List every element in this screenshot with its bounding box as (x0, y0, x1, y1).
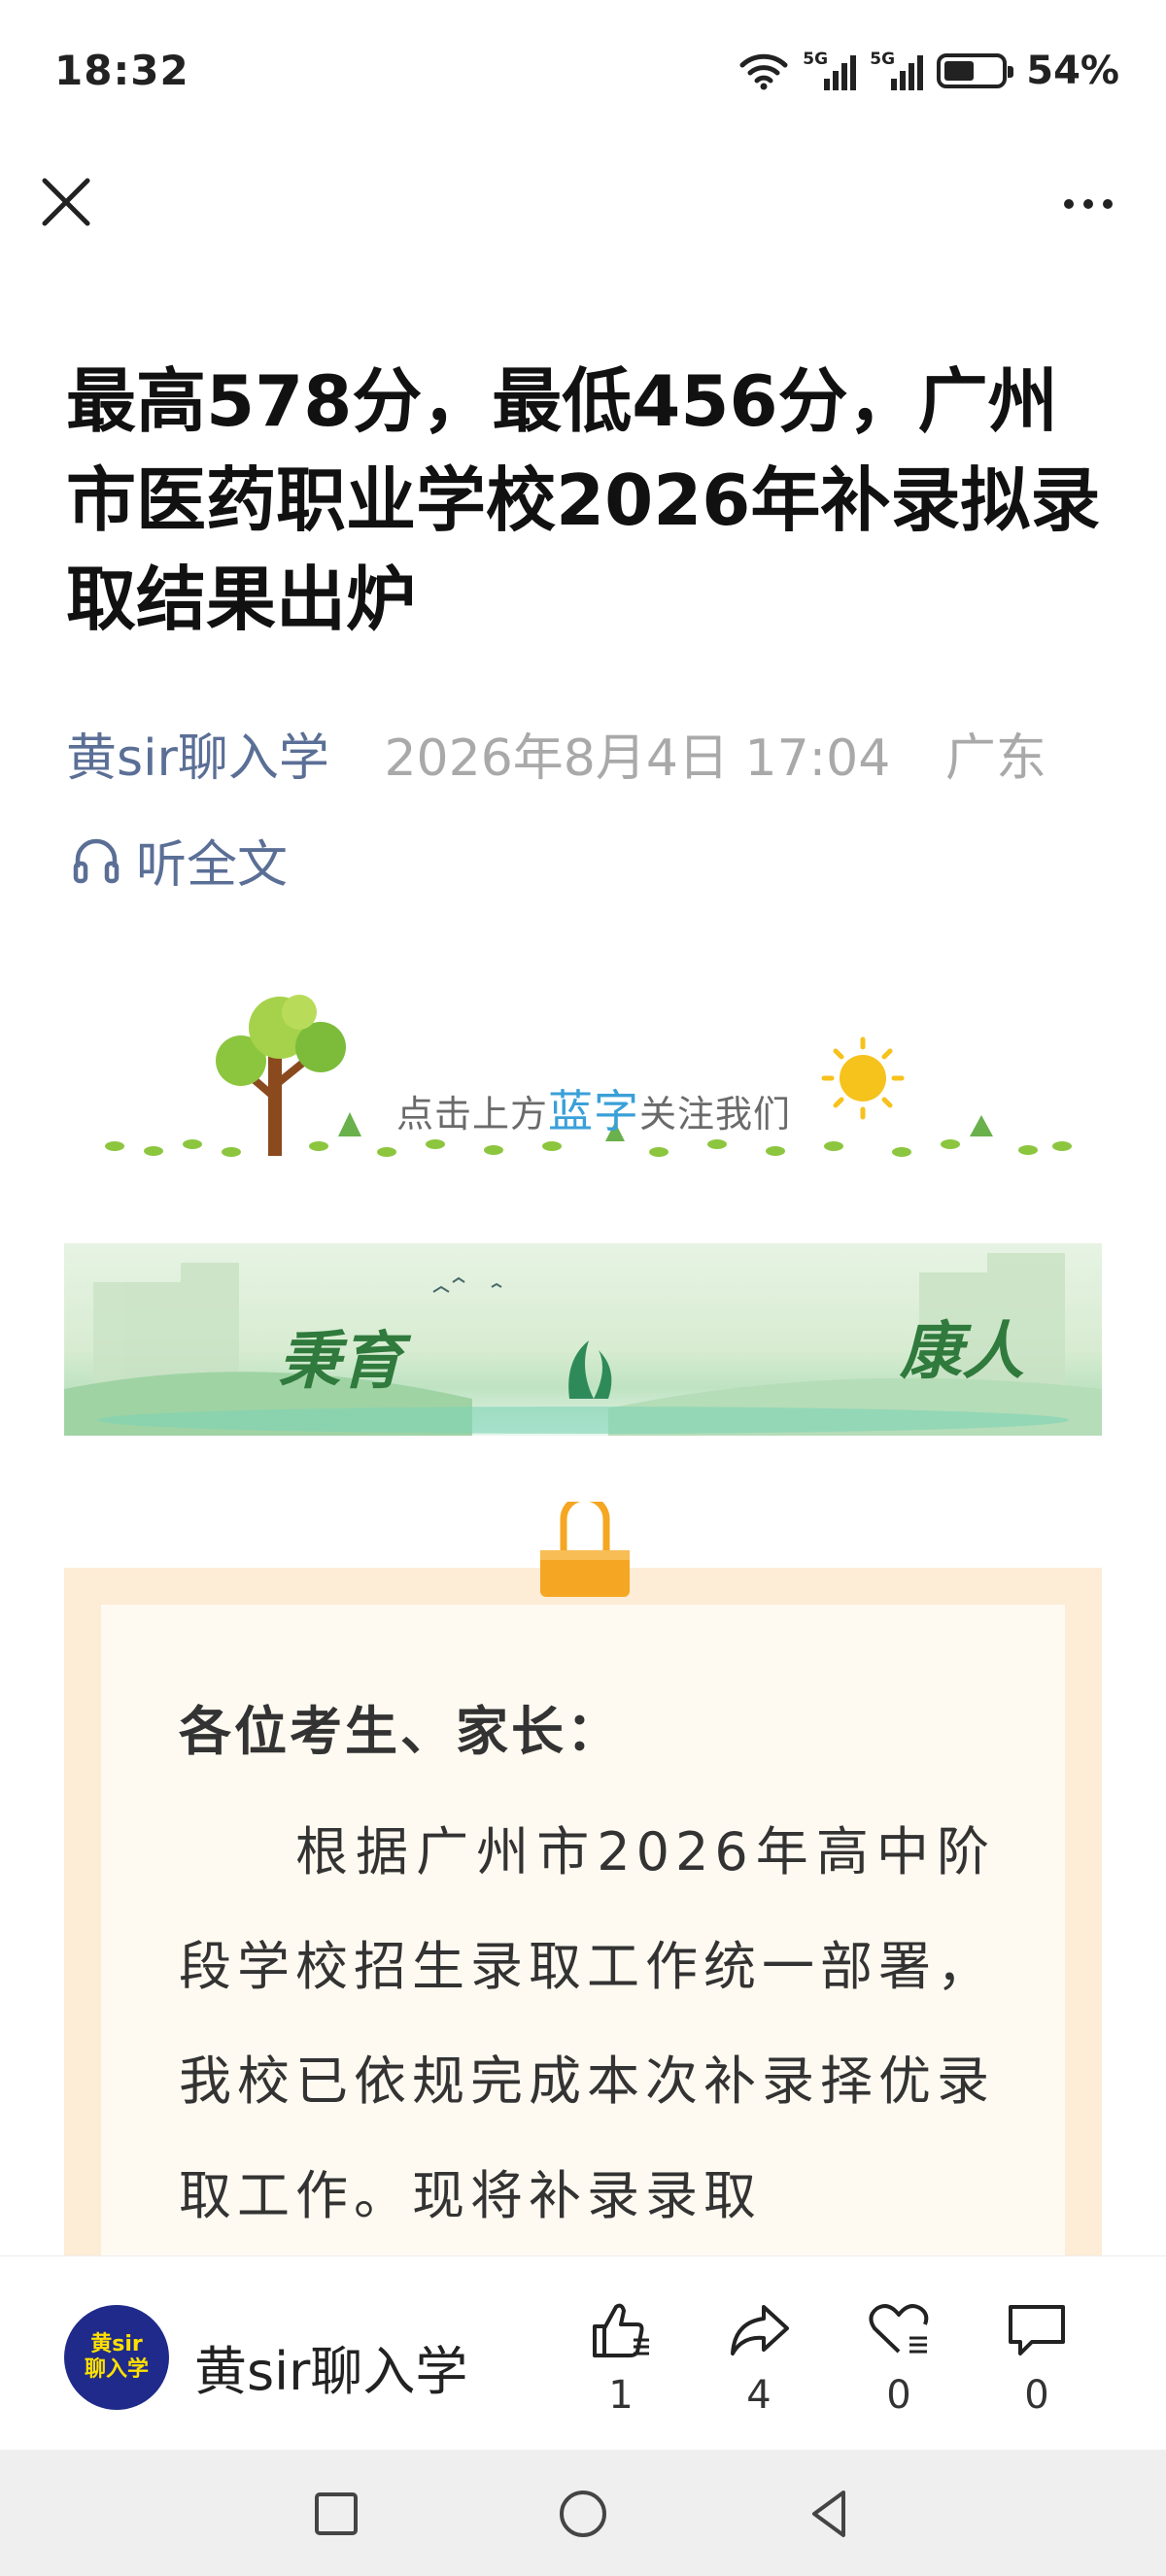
wifi-icon (739, 53, 788, 90)
follow-text-highlight: 蓝字 (548, 1085, 640, 1137)
avatar-line2: 聊入学 (84, 2357, 149, 2382)
favorite-button[interactable]: 0 (855, 2295, 943, 2418)
follow-text-before: 点击上方 (396, 1093, 549, 1135)
share-button[interactable]: 4 (715, 2295, 803, 2418)
more-button[interactable] (1049, 185, 1127, 223)
comment-icon (1009, 2305, 1065, 2356)
author-link[interactable]: 黄sir聊入学 (66, 729, 329, 788)
favorite-count: 0 (886, 2373, 911, 2418)
comment-button[interactable]: 0 (993, 2295, 1080, 2418)
heart-icon (869, 2304, 929, 2354)
status-bar: 18:32 5G 5G 54% (0, 0, 1166, 146)
battery-percent: 54% (1026, 49, 1119, 93)
follow-us-text: 点击上方蓝字关注我们 (396, 1076, 791, 1140)
signal-2-label: 5G (870, 50, 896, 69)
share-count: 4 (746, 2373, 772, 2418)
binder-clip-icon (540, 1502, 630, 1597)
close-button[interactable] (39, 175, 93, 229)
avatar-line1: 黄sir (90, 2332, 143, 2356)
publish-location: 广东 (944, 729, 1046, 788)
listen-label: 听全文 (136, 836, 289, 895)
account-avatar[interactable]: 黄sir 聊入学 (64, 2305, 169, 2410)
signal-5g-1: 5G (803, 50, 857, 90)
account-name[interactable]: 黄sir聊入学 (194, 2328, 467, 2405)
signal-5g-2: 5G (870, 50, 924, 90)
triangle-back-icon (812, 2491, 845, 2537)
battery-icon (937, 53, 1014, 88)
close-icon (42, 178, 90, 226)
system-nav-bar (0, 2450, 1166, 2576)
like-count: 1 (608, 2373, 634, 2418)
follow-text-after: 关注我们 (639, 1093, 792, 1135)
comment-count: 0 (1024, 2373, 1049, 2418)
home-button[interactable] (554, 2485, 612, 2543)
banner-motto-right: 康人 (900, 1315, 1024, 1388)
more-icon (1064, 199, 1113, 209)
signal-bars-icon (824, 55, 857, 90)
headphones-icon (73, 838, 120, 883)
like-button[interactable]: 1 (577, 2295, 665, 2418)
square-icon (315, 2492, 358, 2535)
back-button[interactable] (801, 2485, 859, 2543)
signal-1-label: 5G (803, 50, 829, 69)
publish-time: 2026年8月4日 17:04 (384, 729, 891, 788)
follow-us-banner: 点击上方蓝字关注我们 (95, 991, 1077, 1185)
school-banner: 秉育 康人 (64, 1243, 1102, 1436)
share-icon (731, 2305, 789, 2356)
action-bar: 黄sir 聊入学 黄sir聊入学 1 4 0 0 (0, 2255, 1166, 2450)
signal-bars-icon (891, 55, 924, 90)
thumbs-up-icon (593, 2303, 649, 2357)
status-time: 18:32 (54, 47, 189, 94)
letter-greeting: 各位考生、家长： (179, 1701, 622, 1762)
listen-full-text-button[interactable]: 听全文 (70, 824, 288, 897)
status-icons: 5G 5G 54% (738, 49, 1119, 93)
article-title: 最高578分，最低456分，广州市医药职业学校2026年补录拟录取结果出炉 (66, 360, 1101, 640)
recent-apps-button[interactable] (307, 2485, 365, 2543)
circle-icon (560, 2491, 606, 2537)
banner-motto-left: 秉育 (278, 1325, 402, 1398)
battery-fill (944, 61, 975, 81)
article-meta: 黄sir聊入学 2026年8月4日 17:04 广东 (66, 717, 1046, 790)
letter-paragraph: 根据广州市2026年高中阶段学校招生录取工作统一部署，我校已依规完成本次补录择优… (179, 1821, 995, 2226)
